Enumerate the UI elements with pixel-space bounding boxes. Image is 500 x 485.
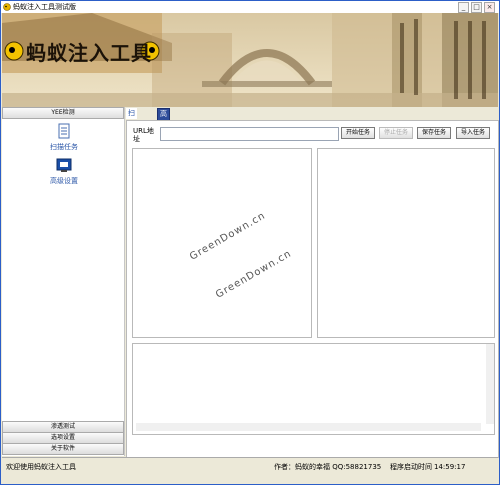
status-start-time-label: 程序启动时间: [390, 463, 432, 471]
sidebar-item-scan-tasks[interactable]: 扫描任务: [29, 123, 99, 152]
status-welcome: 欢迎使用蚂蚁注入工具: [6, 463, 76, 471]
vertical-scrollbar[interactable]: [486, 344, 494, 424]
horizontal-scrollbar[interactable]: [136, 423, 481, 431]
ant-mascot-left-icon: [4, 41, 24, 61]
main-panel: URL地址 开始任务 停止任务 保存任务 导入任务 GreenDown.cn G…: [126, 120, 499, 458]
app-window: 蚂蚁注入工具测试版 _ □ × 蚂蚁注入工具 YEE检测 扫描任务 高级设置 渗…: [0, 0, 500, 485]
status-author: 作者：蚂蚁的幸福 QQ:58821735: [274, 463, 382, 471]
ant-app-icon: [3, 3, 11, 11]
url-input[interactable]: [160, 127, 339, 141]
maximize-button[interactable]: □: [471, 2, 482, 13]
status-start-time: 14:59:17: [434, 463, 466, 471]
header-banner: 蚂蚁注入工具: [2, 13, 498, 107]
minimize-button[interactable]: _: [458, 2, 469, 13]
scan-list-pane[interactable]: GreenDown.cn GreenDown.cn: [132, 148, 312, 338]
sidebar-header[interactable]: YEE检测: [2, 107, 124, 119]
import-task-button[interactable]: 导入任务: [456, 127, 490, 139]
save-task-button[interactable]: 保存任务: [417, 127, 451, 139]
document-icon: [58, 123, 70, 139]
sidebar-item-label: 高级设置: [50, 177, 78, 185]
settings-screen-icon: [56, 158, 72, 172]
result-pane[interactable]: [317, 148, 495, 338]
log-pane[interactable]: [132, 343, 495, 435]
sidebar-item-label: 扫描任务: [50, 143, 78, 151]
watermark-text: GreenDown.cn: [187, 210, 268, 263]
url-label: URL地址: [133, 127, 154, 143]
window-title: 蚂蚁注入工具测试版: [13, 3, 76, 11]
start-task-button[interactable]: 开始任务: [341, 127, 375, 139]
close-button[interactable]: ×: [484, 2, 495, 13]
watermark-text: GreenDown.cn: [213, 248, 294, 301]
tab-scan-tasks[interactable]: 扫描任务: [126, 108, 137, 150]
sidebar-about-button[interactable]: 关于软件: [2, 443, 124, 455]
stop-task-button[interactable]: 停止任务: [379, 127, 413, 139]
sidebar-item-advanced-settings[interactable]: 高级设置: [29, 157, 99, 186]
banner-logo-text: 蚂蚁注入工具: [26, 41, 152, 65]
title-bar[interactable]: 蚂蚁注入工具测试版 _ □ ×: [1, 1, 499, 13]
status-bar: 欢迎使用蚂蚁注入工具 作者：蚂蚁的幸福 QQ:58821735 程序启动时间 1…: [2, 457, 498, 476]
sidebar: YEE检测 扫描任务 高级设置 渗透测试 选项设置 关于软件: [2, 107, 125, 456]
